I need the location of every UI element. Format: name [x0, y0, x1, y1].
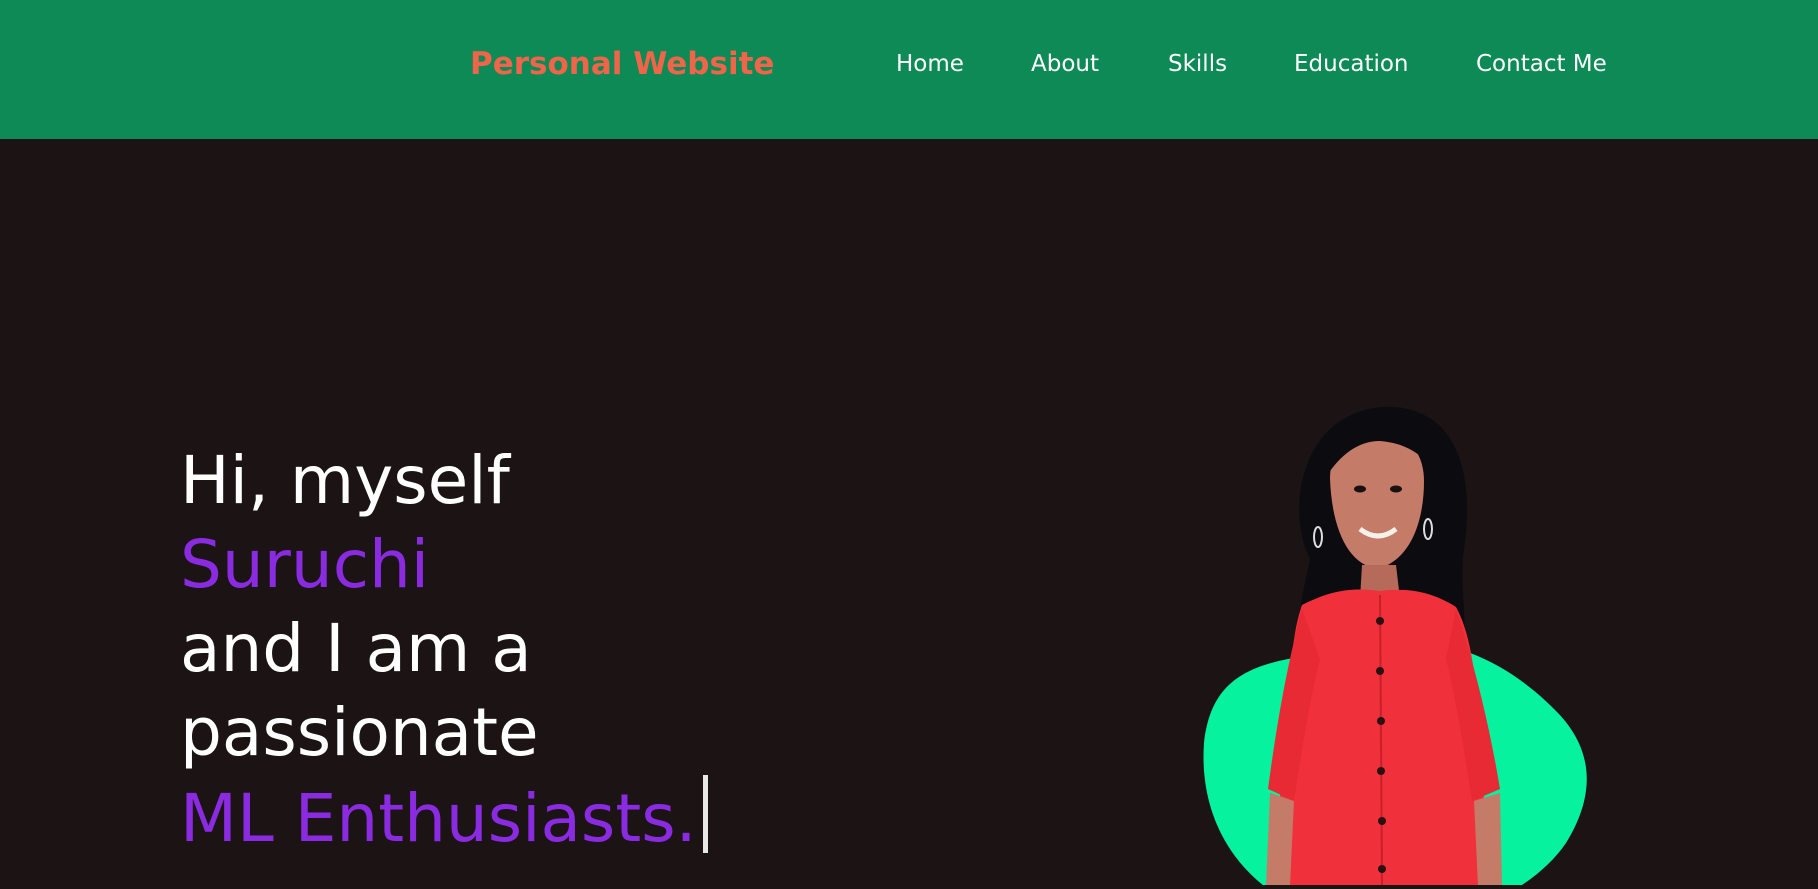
eye-left-shape — [1354, 485, 1366, 493]
nav-link-skills[interactable]: Skills — [1168, 48, 1227, 80]
hero-name: Suruchi — [180, 526, 430, 603]
nav-link-contact-me[interactable]: Contact Me — [1476, 48, 1607, 80]
hero-greeting: Hi, myself — [180, 442, 510, 519]
hero-intro: and I am a — [180, 610, 532, 687]
hero-role: ML Enthusiasts. — [180, 780, 697, 857]
portrait-area — [1190, 369, 1610, 889]
nav-link-about[interactable]: About — [1031, 48, 1099, 80]
eye-right-shape — [1390, 485, 1402, 493]
portrait-svg — [1203, 406, 1587, 889]
hero-adjective: passionate — [180, 694, 539, 771]
arm-left-shape — [1266, 793, 1294, 885]
top-navbar: Personal Website Home About Skills Educa… — [0, 0, 1818, 139]
hero-section: Hi, myself Suruchi and I am a passionate… — [0, 139, 1818, 889]
hero-heading: Hi, myself Suruchi and I am a passionate… — [180, 439, 708, 859]
shirt-button-5 — [1378, 817, 1386, 825]
nav-link-home[interactable]: Home — [896, 48, 964, 80]
shirt-button-6 — [1378, 865, 1386, 873]
shirt-button-3 — [1377, 717, 1385, 725]
nav-links: Home About Skills Education Contact Me — [0, 48, 1818, 80]
shirt-button-4 — [1377, 767, 1385, 775]
nav-link-education[interactable]: Education — [1294, 48, 1409, 80]
shirt-button-2 — [1376, 667, 1384, 675]
hero-role-line: ML Enthusiasts. — [180, 775, 708, 859]
shirt-button-1 — [1376, 617, 1384, 625]
arm-right-shape — [1474, 793, 1502, 885]
typing-cursor-icon — [702, 775, 708, 853]
